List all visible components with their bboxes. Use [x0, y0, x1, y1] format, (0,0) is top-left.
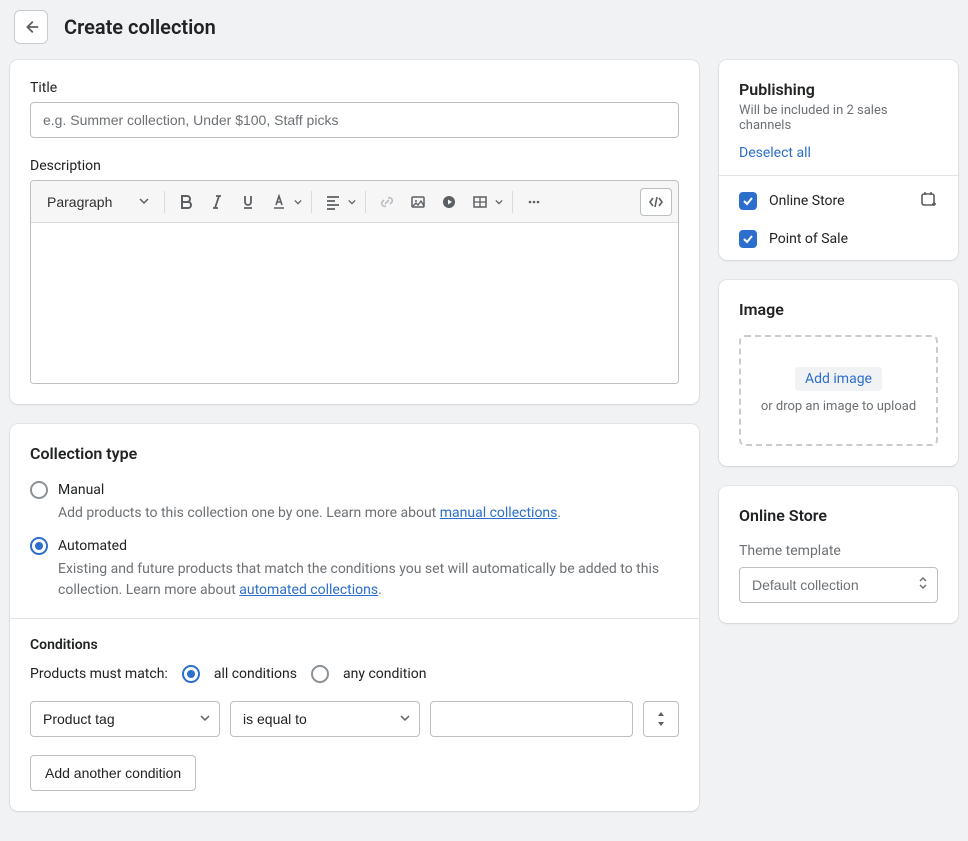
theme-template-label: Theme template [739, 543, 938, 559]
description-label: Description [30, 158, 679, 174]
format-select[interactable]: Paragraph [37, 188, 141, 216]
underline-icon [240, 194, 256, 210]
italic-icon [209, 194, 225, 210]
automated-description: Existing and future products that match … [58, 559, 679, 600]
more-button[interactable] [520, 188, 548, 216]
text-color-icon [271, 194, 287, 210]
check-icon [742, 233, 754, 245]
italic-button[interactable] [203, 188, 231, 216]
add-image-button[interactable]: Add image [795, 367, 882, 391]
link-icon [379, 194, 395, 210]
image-icon [410, 194, 426, 210]
condition-operator-select[interactable]: is equal to [230, 701, 420, 737]
online-store-checkbox[interactable] [739, 192, 757, 210]
all-conditions-label: all conditions [214, 666, 297, 682]
link-button[interactable] [373, 188, 401, 216]
collection-type-card: Collection type Manual Add products to t… [10, 424, 699, 811]
image-card: Image Add image or drop an image to uplo… [719, 280, 958, 466]
any-condition-label: any condition [343, 666, 427, 682]
image-dropzone[interactable]: Add image or drop an image to upload [739, 335, 938, 446]
condition-field-select[interactable]: Product tag [30, 701, 220, 737]
image-button[interactable] [404, 188, 432, 216]
schedule-button[interactable] [920, 190, 938, 212]
arrow-left-icon [22, 18, 40, 36]
publishing-card: Publishing Will be included in 2 sales c… [719, 60, 958, 260]
deselect-all-link[interactable]: Deselect all [739, 145, 811, 161]
online-store-heading: Online Store [739, 506, 938, 525]
image-heading: Image [739, 300, 938, 319]
table-caret[interactable] [493, 198, 505, 206]
manual-description: Add products to this collection one by o… [58, 503, 679, 523]
page-title: Create collection [64, 15, 216, 39]
point-of-sale-checkbox[interactable] [739, 230, 757, 248]
align-left-icon [325, 194, 341, 210]
online-store-card: Online Store Theme template Default coll… [719, 486, 958, 623]
underline-button[interactable] [234, 188, 262, 216]
any-condition-radio[interactable] [311, 665, 329, 683]
sort-icon [655, 711, 667, 727]
description-textarea[interactable] [31, 223, 678, 383]
back-button[interactable] [14, 10, 48, 44]
video-button[interactable] [435, 188, 463, 216]
condition-sort-button[interactable] [643, 701, 679, 737]
point-of-sale-channel-label: Point of Sale [769, 231, 848, 247]
manual-collections-link[interactable]: manual collections [440, 505, 558, 521]
html-view-button[interactable] [640, 188, 672, 216]
bold-icon [178, 194, 194, 210]
theme-template-select[interactable]: Default collection [739, 567, 938, 603]
manual-radio-label: Manual [58, 482, 104, 498]
align-button[interactable] [319, 188, 347, 216]
title-input[interactable] [30, 102, 679, 138]
calendar-icon [920, 190, 938, 208]
conditions-heading: Conditions [30, 637, 679, 653]
title-label: Title [30, 80, 679, 96]
code-icon [648, 194, 664, 210]
all-conditions-radio[interactable] [182, 665, 200, 683]
automated-radio[interactable] [30, 537, 48, 555]
title-description-card: Title Description Paragraph [10, 60, 699, 404]
align-caret[interactable] [346, 198, 358, 206]
manual-radio[interactable] [30, 481, 48, 499]
automated-collections-link[interactable]: automated collections [239, 582, 378, 598]
play-circle-icon [441, 194, 457, 210]
bold-button[interactable] [172, 188, 200, 216]
match-label: Products must match: [30, 666, 168, 682]
publishing-heading: Publishing [739, 80, 938, 99]
automated-radio-label: Automated [58, 538, 127, 554]
publishing-subtitle: Will be included in 2 sales channels [739, 103, 938, 133]
add-condition-button[interactable]: Add another condition [30, 755, 196, 791]
check-icon [742, 195, 754, 207]
table-button[interactable] [466, 188, 494, 216]
online-store-channel-label: Online Store [769, 193, 845, 209]
table-icon [472, 194, 488, 210]
rich-text-editor: Paragraph [30, 180, 679, 384]
text-color-caret[interactable] [292, 198, 304, 206]
text-color-button[interactable] [265, 188, 293, 216]
condition-value-input[interactable] [430, 701, 633, 737]
dots-icon [526, 194, 542, 210]
dropzone-hint: or drop an image to upload [751, 399, 926, 414]
collection-type-heading: Collection type [30, 444, 679, 463]
